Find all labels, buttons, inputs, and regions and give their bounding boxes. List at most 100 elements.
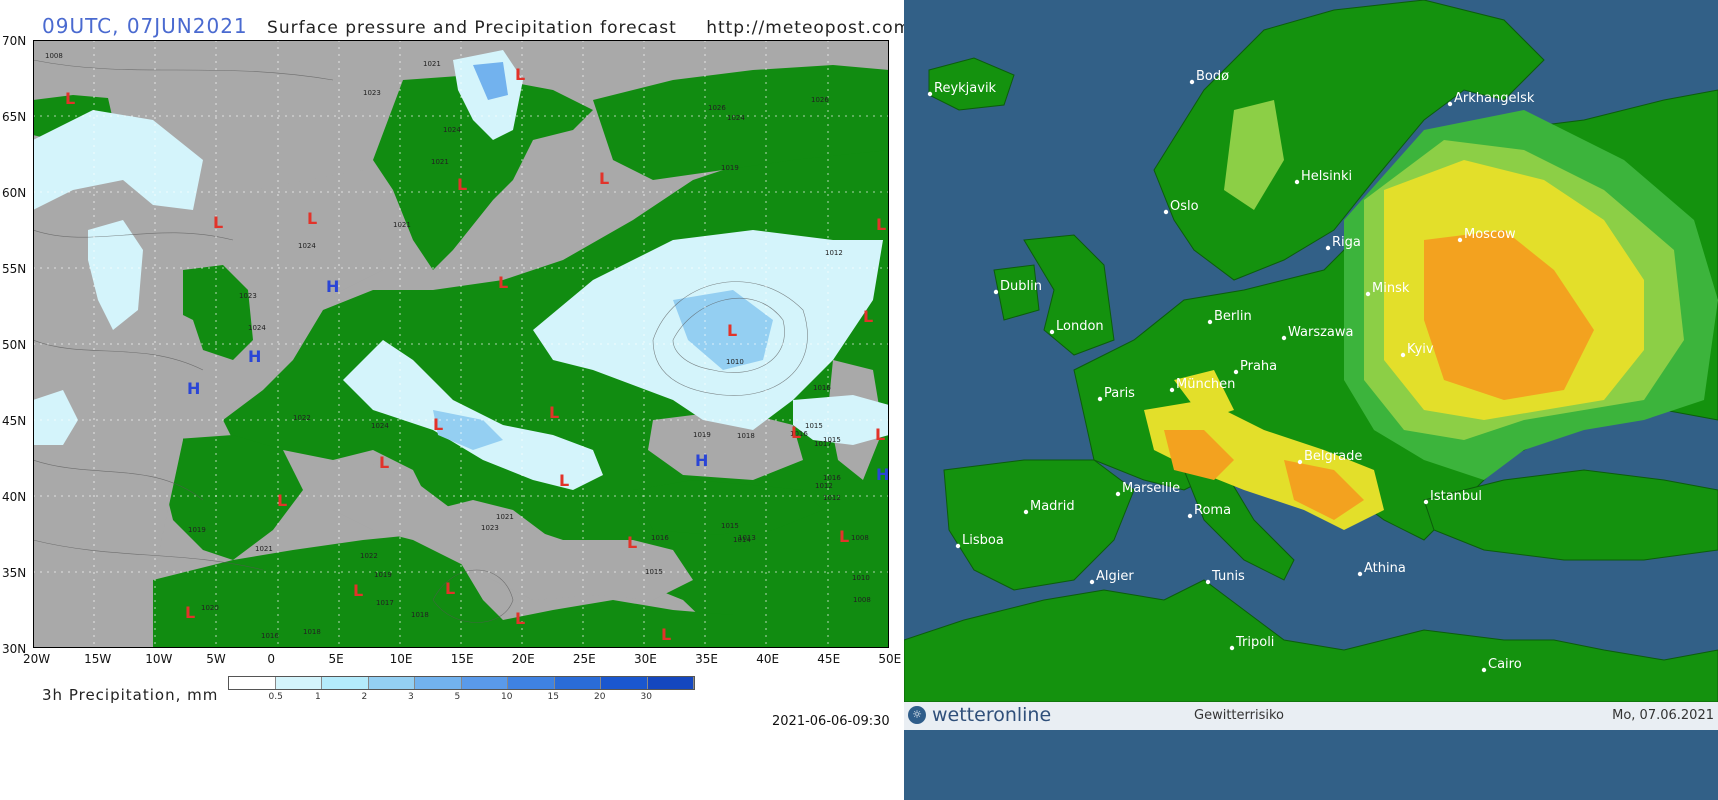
brand-name[interactable]: wetteronline <box>932 704 1051 726</box>
isobar-label: 1024 <box>248 324 266 332</box>
low-pressure-marker: L <box>307 209 317 228</box>
city-label: Helsinki <box>1301 169 1352 184</box>
title-time: 09UTC, 07JUN2021 <box>42 14 248 38</box>
isobar-label: 1018 <box>737 432 755 440</box>
lon-label: 20E <box>511 652 535 666</box>
lat-label: 50N <box>2 338 27 352</box>
low-pressure-marker: L <box>515 609 525 628</box>
isobar-label: 1024 <box>298 242 316 250</box>
legend-title: 3h Precipitation, mm <box>42 686 219 704</box>
city-label: Minsk <box>1372 281 1410 296</box>
wetteronline-footer: ☼ wetteronline Gewitterrisiko Mo, 07.06.… <box>904 702 1718 730</box>
isobar-label: 1024 <box>443 126 461 134</box>
low-pressure-marker: L <box>213 213 223 232</box>
city-label: Bodø <box>1196 69 1229 84</box>
isobar-label: 1018 <box>411 611 429 619</box>
map-title: Gewitterrisiko <box>1194 708 1284 723</box>
city-label: Cairo <box>1488 657 1522 672</box>
lon-label: 5E <box>328 652 344 666</box>
lat-label: 55N <box>2 262 27 276</box>
isobar-label: 1024 <box>727 114 745 122</box>
city-label: Algier <box>1096 569 1134 584</box>
isobar-label: 1019 <box>693 431 711 439</box>
city-marker: Reykjavik <box>927 81 997 97</box>
city-label: Athina <box>1364 561 1406 576</box>
colorbar-value: 15 <box>547 692 559 702</box>
city-dot <box>1049 329 1055 335</box>
isobar-label: 1012 <box>825 249 843 257</box>
city-dot <box>1205 579 1211 585</box>
city-dot <box>1481 667 1487 673</box>
isobar-label: 1015 <box>805 422 823 430</box>
city-label: London <box>1056 319 1104 334</box>
city-label: Dublin <box>1000 279 1042 294</box>
isobar-label: 1021 <box>496 513 514 521</box>
colorbar-value: 20 <box>594 692 606 702</box>
isobar-label: 1008 <box>45 52 63 60</box>
city-marker: Arkhangelsk <box>1447 91 1535 107</box>
high-pressure-marker: H <box>187 379 200 398</box>
forecast-timestamp: 2021-06-06-09:30 <box>772 714 890 729</box>
city-marker: Algier <box>1089 569 1134 585</box>
colorbar-swatch <box>647 677 694 689</box>
lat-label: 35N <box>2 566 27 580</box>
city-dot <box>1163 209 1169 215</box>
city-marker: Minsk <box>1365 281 1410 297</box>
city-dot <box>1115 491 1121 497</box>
isobar-label: 1012 <box>823 494 841 502</box>
city-dot <box>1281 335 1287 341</box>
city-marker: Riga <box>1325 235 1361 251</box>
city-marker: Marseille <box>1115 481 1180 497</box>
thunderstorm-map: Reykjavik Bodø Arkhangelsk Helsinki Oslo Riga… <box>904 0 1718 702</box>
city-dot <box>1400 352 1406 358</box>
sea-atlantic <box>33 150 183 580</box>
isobar-label: 1021 <box>393 221 411 229</box>
thunderstorm-risk-panel: Reykjavik Bodø Arkhangelsk Helsinki Oslo Riga… <box>904 0 1718 800</box>
low-pressure-marker: L <box>185 603 195 622</box>
city-label: Tunis <box>1211 569 1245 584</box>
isobar-label: 1010 <box>852 574 870 582</box>
lon-label: 15W <box>84 652 112 666</box>
colorbar-value: 3 <box>408 692 414 702</box>
city-dot <box>1365 291 1371 297</box>
isobar-label: 1016 <box>261 632 279 640</box>
city-marker: Helsinki <box>1294 169 1352 185</box>
colorbar-swatch <box>601 677 648 689</box>
city-marker: Berlin <box>1207 309 1252 325</box>
colorbar-swatch <box>415 677 462 689</box>
city-dot <box>1023 509 1029 515</box>
city-marker: Lisboa <box>955 533 1004 549</box>
isobar-label: 1016 <box>651 534 669 542</box>
colorbar-swatch <box>229 677 276 689</box>
city-marker: Cairo <box>1481 657 1522 673</box>
isobar-label: 1026 <box>811 96 829 104</box>
lon-label: 15E <box>450 652 474 666</box>
city-dot <box>1447 101 1453 107</box>
city-label: Marseille <box>1122 481 1180 496</box>
low-pressure-marker: L <box>457 175 467 194</box>
colorbar-value: 0.5 <box>268 692 283 702</box>
low-pressure-marker: L <box>353 581 363 600</box>
low-pressure-marker: L <box>498 273 508 292</box>
city-dot <box>993 289 999 295</box>
lon-label: 25E <box>572 652 596 666</box>
city-label: Roma <box>1194 503 1231 518</box>
city-dot <box>1089 579 1095 585</box>
city-dot <box>1169 387 1175 393</box>
city-marker: Belgrade <box>1297 449 1362 465</box>
city-label: Paris <box>1104 386 1135 401</box>
low-pressure-marker: L <box>277 491 287 510</box>
city-marker: Roma <box>1187 503 1231 519</box>
isobar-label: 1019 <box>188 526 206 534</box>
city-label: Istanbul <box>1430 489 1482 504</box>
low-pressure-marker: L <box>727 321 737 340</box>
lon-label: 10W <box>145 652 173 666</box>
isobar-label: 1015 <box>645 568 663 576</box>
title-url[interactable]: http://meteopost.com <box>706 18 911 38</box>
pressure-precip-panel: 09UTC, 07JUN2021 Surface pressure and Pr… <box>0 0 910 800</box>
city-marker: Paris <box>1097 386 1135 402</box>
colorbar-swatch <box>554 677 601 689</box>
isobar-label: 1016 <box>823 474 841 482</box>
city-marker: Bodø <box>1189 69 1229 85</box>
pressure-map: 1008102110231024102610261024102110211024… <box>33 40 889 648</box>
